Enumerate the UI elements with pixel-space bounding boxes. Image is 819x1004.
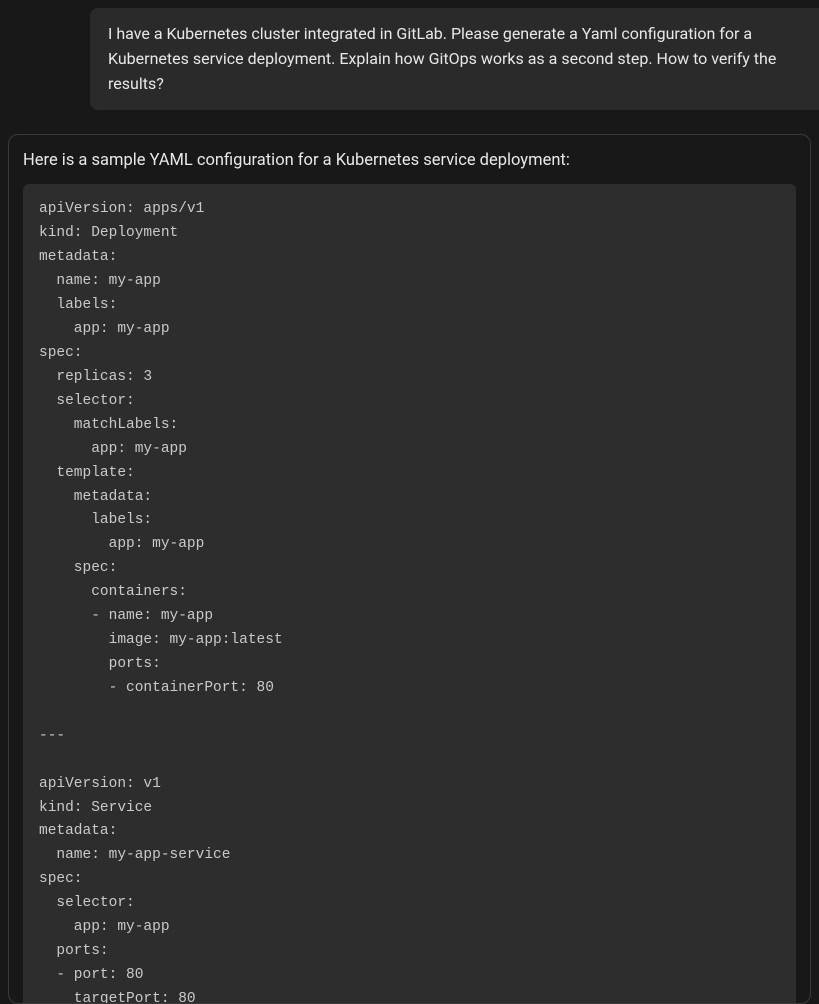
code-block[interactable]: apiVersion: apps/v1 kind: Deployment met… — [23, 184, 796, 1004]
user-message-container: I have a Kubernetes cluster integrated i… — [0, 0, 819, 110]
user-message[interactable]: I have a Kubernetes cluster integrated i… — [90, 8, 819, 110]
assistant-message: Here is a sample YAML configuration for … — [8, 134, 811, 1004]
assistant-intro-text: Here is a sample YAML configuration for … — [23, 149, 796, 172]
